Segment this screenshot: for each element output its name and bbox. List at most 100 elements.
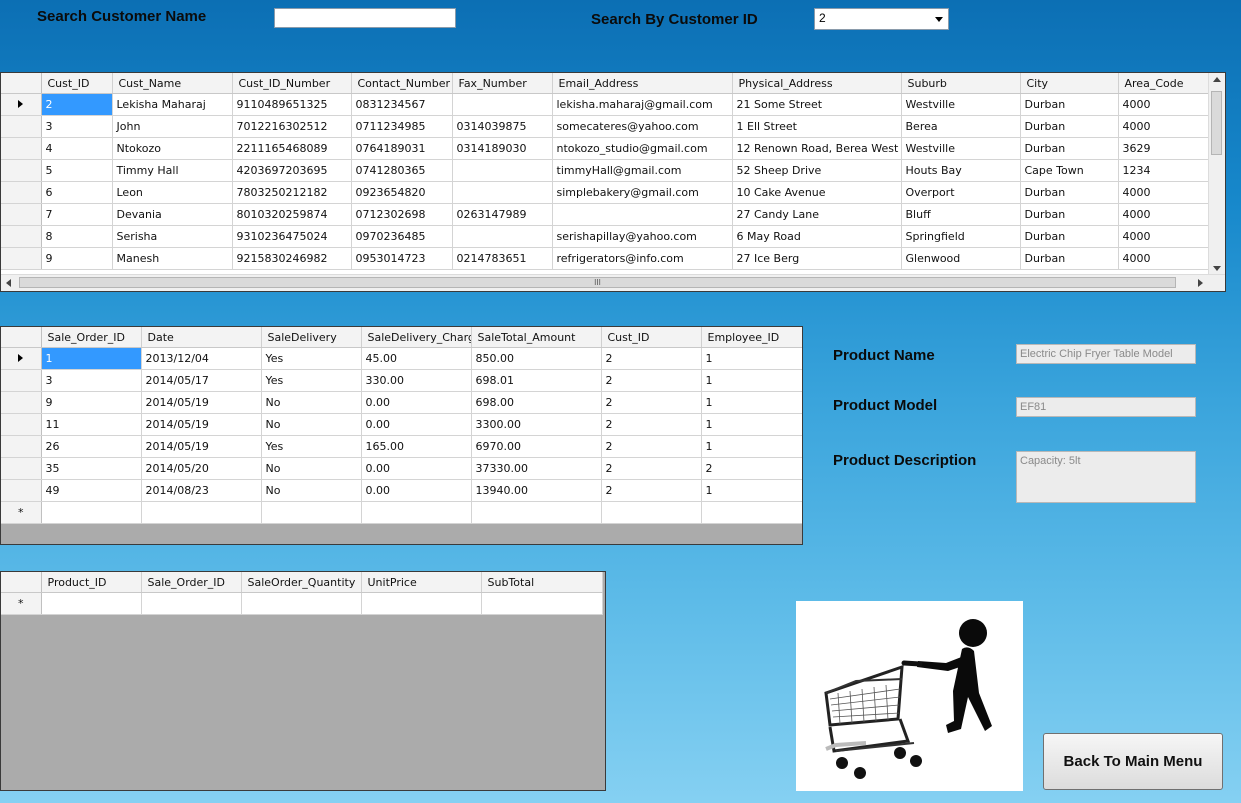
row-header[interactable] — [1, 93, 42, 116]
column-header-product-id[interactable]: Product_ID — [41, 572, 142, 593]
scroll-up-arrow-icon[interactable] — [1213, 77, 1221, 82]
table-cell[interactable]: 0831234567 — [351, 93, 453, 116]
table-cell[interactable]: 9110489651325 — [232, 93, 352, 116]
table-cell[interactable] — [481, 592, 603, 615]
row-header[interactable] — [1, 115, 42, 138]
table-cell[interactable]: 0970236485 — [351, 225, 453, 248]
table-cell[interactable]: simplebakery@gmail.com — [552, 181, 733, 204]
search-name-input[interactable] — [274, 8, 456, 28]
table-cell[interactable]: Yes — [261, 369, 362, 392]
table-row[interactable]: 35 2014/05/20 No 0.00 37330.00 2 2 — [1, 457, 802, 480]
sale-orders-grid[interactable]: Sale_Order_ID Date SaleDelivery SaleDeliver… — [0, 326, 803, 545]
table-cell[interactable]: 4000 — [1118, 225, 1212, 248]
table-cell[interactable]: 6 — [41, 181, 113, 204]
new-row[interactable]: * — [1, 592, 603, 615]
customers-grid[interactable]: Cust_ID Cust_Name Cust_ID_Number Contact_Nu… — [0, 72, 1226, 292]
table-cell[interactable]: Yes — [261, 347, 362, 370]
customers-vertical-scrollbar[interactable] — [1208, 73, 1225, 275]
row-header[interactable] — [1, 159, 42, 182]
table-cell[interactable] — [41, 501, 142, 524]
table-cell[interactable]: 2014/05/20 — [141, 457, 262, 480]
table-cell[interactable]: 0712302698 — [351, 203, 453, 226]
customer-id-select[interactable]: 2 — [814, 8, 949, 30]
table-cell[interactable]: 2014/05/19 — [141, 391, 262, 414]
column-header-sale-order-id[interactable]: Sale_Order_ID — [141, 572, 242, 593]
table-cell[interactable]: 9310236475024 — [232, 225, 352, 248]
table-cell[interactable]: 165.00 — [361, 435, 472, 458]
row-header[interactable] — [1, 225, 42, 248]
table-cell[interactable]: ntokozo_studio@gmail.com — [552, 137, 733, 160]
table-cell[interactable]: 7803250212182 — [232, 181, 352, 204]
table-cell[interactable]: 35 — [41, 457, 142, 480]
table-cell[interactable]: 7 — [41, 203, 113, 226]
column-header-subtotal[interactable]: SubTotal — [481, 572, 603, 593]
scroll-right-arrow-icon[interactable] — [1198, 279, 1203, 287]
column-header-cust-id[interactable]: Cust_ID — [41, 73, 113, 94]
column-header-saleorder-quantity[interactable]: SaleOrder_Quantity — [241, 572, 362, 593]
table-cell[interactable]: Springfield — [901, 225, 1021, 248]
table-cell[interactable]: 2 — [701, 457, 802, 480]
column-header-physical-address[interactable]: Physical_Address — [732, 73, 902, 94]
table-cell[interactable]: 1 — [701, 391, 802, 414]
table-cell[interactable]: 2014/05/19 — [141, 435, 262, 458]
table-cell[interactable]: 4000 — [1118, 181, 1212, 204]
row-header[interactable] — [1, 347, 42, 370]
table-cell[interactable]: 27 Candy Lane — [732, 203, 902, 226]
table-cell[interactable]: 850.00 — [471, 347, 602, 370]
table-row[interactable]: 6 Leon 7803250212182 0923654820 simplebakery… — [1, 181, 1212, 204]
table-cell[interactable]: 0314039875 — [452, 115, 553, 138]
table-row[interactable]: 4 Ntokozo 2211165468089 0764189031 031418903… — [1, 137, 1212, 160]
table-cell[interactable]: Berea — [901, 115, 1021, 138]
table-cell[interactable]: 0764189031 — [351, 137, 453, 160]
table-cell[interactable]: 10 Cake Avenue — [732, 181, 902, 204]
table-cell[interactable]: 1 — [701, 369, 802, 392]
table-cell[interactable]: 26 — [41, 435, 142, 458]
table-row[interactable]: 3 John 7012216302512 0711234985 0314039875 so… — [1, 115, 1212, 138]
table-cell[interactable]: 2013/12/04 — [141, 347, 262, 370]
row-header[interactable] — [1, 435, 42, 458]
table-cell[interactable] — [261, 501, 362, 524]
table-cell[interactable] — [471, 501, 602, 524]
table-cell[interactable]: 2 — [601, 369, 702, 392]
table-cell[interactable]: 0.00 — [361, 413, 472, 436]
table-cell[interactable]: 698.00 — [471, 391, 602, 414]
row-header[interactable] — [1, 247, 42, 270]
table-cell[interactable]: 2 — [41, 93, 113, 116]
table-cell[interactable]: Durban — [1020, 115, 1119, 138]
back-to-main-menu-button[interactable]: Back To Main Menu — [1043, 733, 1223, 790]
table-cell[interactable]: 5 — [41, 159, 113, 182]
table-cell[interactable]: 1 — [701, 479, 802, 502]
table-cell[interactable]: 2211165468089 — [232, 137, 352, 160]
table-cell[interactable]: 45.00 — [361, 347, 472, 370]
table-cell[interactable]: Leon — [112, 181, 233, 204]
table-cell[interactable]: 0.00 — [361, 479, 472, 502]
table-cell[interactable]: Manesh — [112, 247, 233, 270]
column-header-sale-order-id[interactable]: Sale_Order_ID — [41, 327, 142, 348]
table-cell[interactable]: 0263147989 — [452, 203, 553, 226]
scroll-left-arrow-icon[interactable] — [6, 279, 11, 287]
row-header[interactable] — [1, 413, 42, 436]
table-cell[interactable]: Glenwood — [901, 247, 1021, 270]
table-cell[interactable]: Devania — [112, 203, 233, 226]
table-row[interactable]: 3 2014/05/17 Yes 330.00 698.01 2 1 — [1, 369, 802, 392]
table-cell[interactable]: 3 — [41, 115, 113, 138]
table-cell[interactable]: 1 Ell Street — [732, 115, 902, 138]
row-header[interactable] — [1, 203, 42, 226]
table-cell[interactable]: 698.01 — [471, 369, 602, 392]
column-header-contact-number[interactable]: Contact_Number — [351, 73, 453, 94]
table-cell[interactable]: 2 — [601, 347, 702, 370]
table-cell[interactable]: 0741280365 — [351, 159, 453, 182]
table-cell[interactable] — [241, 592, 362, 615]
table-cell[interactable]: 1 — [701, 435, 802, 458]
table-cell[interactable]: 6 May Road — [732, 225, 902, 248]
table-cell[interactable]: 21 Some Street — [732, 93, 902, 116]
table-cell[interactable]: 13940.00 — [471, 479, 602, 502]
row-header[interactable] — [1, 137, 42, 160]
table-cell[interactable]: Serisha — [112, 225, 233, 248]
table-cell[interactable]: Houts Bay — [901, 159, 1021, 182]
row-header[interactable] — [1, 479, 42, 502]
table-cell[interactable]: 0.00 — [361, 391, 472, 414]
product-model-field[interactable]: EF81 — [1016, 397, 1196, 417]
table-cell[interactable]: 27 Ice Berg — [732, 247, 902, 270]
column-header-suburb[interactable]: Suburb — [901, 73, 1021, 94]
